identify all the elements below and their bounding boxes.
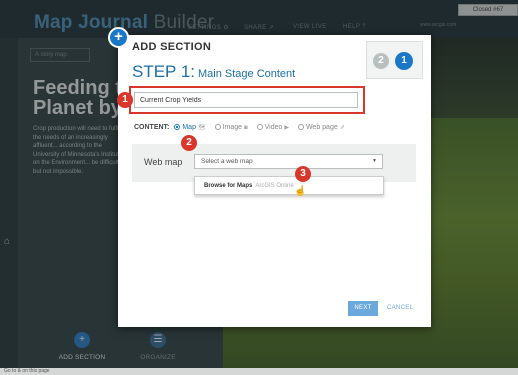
- radio-map[interactable]: [174, 124, 181, 130]
- content-label: CONTENT:: [134, 124, 170, 131]
- radio-image[interactable]: [214, 124, 221, 130]
- step-title: STEP 1: Main Stage Content: [132, 62, 295, 82]
- add-icon-badge: +: [108, 27, 129, 48]
- step-badge-2: 2: [181, 135, 197, 151]
- cancel-button[interactable]: CANCEL: [387, 301, 413, 316]
- step-1-indicator[interactable]: 1: [395, 52, 413, 70]
- option-image[interactable]: Image ◙: [214, 124, 248, 131]
- webmap-select[interactable]: Select a web map ▼: [194, 154, 383, 169]
- chevron-down-icon: ▼: [372, 158, 377, 164]
- radio-video[interactable]: [256, 124, 263, 130]
- step-label: STEP 1:: [132, 62, 195, 81]
- content-type-row: CONTENT: Map 🗺 Image ◙ Video ▶ Web page ⇗: [134, 124, 352, 131]
- step-badge-1: 1: [117, 92, 133, 108]
- video-icon: ▶: [284, 125, 289, 131]
- step-2-indicator[interactable]: 2: [373, 53, 389, 69]
- option-map[interactable]: Map 🗺: [174, 124, 206, 131]
- map-icon: 🗺: [197, 125, 206, 131]
- option-video[interactable]: Video ▶: [256, 124, 289, 131]
- option-webpage-label: Web page: [305, 124, 338, 131]
- option-video-label: Video: [264, 124, 283, 131]
- step-indicator: 2 1: [366, 41, 423, 79]
- highlight-box: [129, 86, 365, 114]
- external-link-icon: ⇗: [339, 125, 345, 131]
- add-section-dialog: ADD SECTION STEP 1: Main Stage Content 2 …: [118, 35, 431, 327]
- option-webpage[interactable]: Web page ⇗: [297, 124, 345, 131]
- image-icon: ◙: [244, 125, 248, 131]
- step-subtitle: Main Stage Content: [198, 68, 296, 80]
- webmap-label: Web map: [144, 157, 183, 167]
- webmap-select-value: Select a web map: [201, 158, 253, 165]
- option-image-label: Image: [222, 124, 243, 131]
- next-button[interactable]: NEXT: [348, 301, 378, 316]
- option-map-label: Map: [182, 124, 196, 131]
- dialog-title: ADD SECTION: [132, 41, 212, 53]
- status-bar: Go to & on this page: [0, 368, 518, 375]
- webmap-dropdown: Browse for Maps ArcGIS Online: [194, 176, 384, 195]
- browse-source: ArcGIS Online: [255, 183, 294, 189]
- hand-cursor-icon: ☝: [294, 186, 307, 197]
- step-badge-3: 3: [295, 166, 311, 182]
- browse-maps-option[interactable]: Browse for Maps: [204, 183, 252, 189]
- radio-webpage[interactable]: [297, 124, 304, 130]
